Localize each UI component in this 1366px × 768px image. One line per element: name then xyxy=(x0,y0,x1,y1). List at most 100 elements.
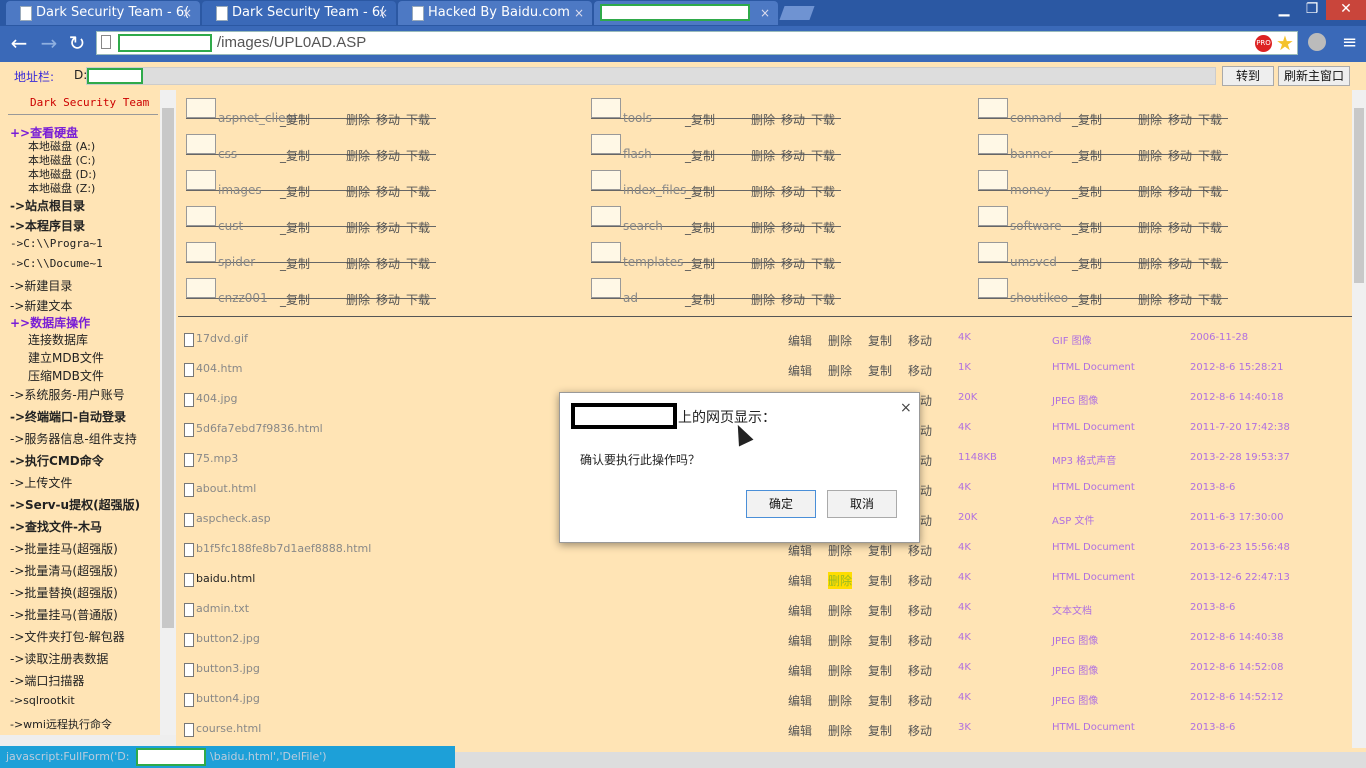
back-icon[interactable]: ← xyxy=(6,30,32,56)
folder-name[interactable]: software xyxy=(1010,219,1062,233)
folder-copy-link[interactable]: _复制 xyxy=(685,219,715,236)
folder-copy-link[interactable]: _复制 xyxy=(280,219,310,236)
folder-name[interactable]: cnzz001 xyxy=(218,291,268,305)
folder-move-link[interactable]: 移动 xyxy=(376,291,400,308)
bookmark-star-icon[interactable]: ★ xyxy=(1276,31,1294,55)
folder-download-link[interactable]: 下载 xyxy=(1198,183,1222,200)
ok-button[interactable]: 确定 xyxy=(746,490,816,518)
folder-move-link[interactable]: 移动 xyxy=(781,255,805,272)
terminal-port-link[interactable]: ->终端端口-自动登录 xyxy=(10,408,126,425)
folder-delete-link[interactable]: 删除 xyxy=(1138,147,1162,164)
folder-move-link[interactable]: 移动 xyxy=(781,147,805,164)
folder-move-link[interactable]: 移动 xyxy=(376,183,400,200)
folder-icon[interactable] xyxy=(186,206,216,226)
folder-name[interactable]: banner xyxy=(1010,147,1053,161)
folder-delete-link[interactable]: 删除 xyxy=(346,147,370,164)
move-link[interactable]: 移动 xyxy=(908,662,932,679)
folder-icon[interactable] xyxy=(591,242,621,262)
move-link[interactable]: 移动 xyxy=(908,572,932,589)
new-text-link[interactable]: ->新建文本 xyxy=(10,297,72,314)
copy-link[interactable]: 复制 xyxy=(868,632,892,649)
folder-copy-link[interactable]: _复制 xyxy=(685,147,715,164)
site-root-link[interactable]: ->站点根目录 xyxy=(10,197,85,214)
edit-link[interactable]: 编辑 xyxy=(788,332,812,349)
delete-link[interactable]: 删除 xyxy=(828,362,852,379)
tab-hacked-by-baidu[interactable]: Hacked By Baidu.com × xyxy=(398,1,592,25)
folder-move-link[interactable]: 移动 xyxy=(376,111,400,128)
folder-icon[interactable] xyxy=(186,134,216,154)
reload-icon[interactable]: ↻ xyxy=(64,30,90,56)
compress-mdb-link[interactable]: 压缩MDB文件 xyxy=(28,367,104,384)
tab-close-icon[interactable]: × xyxy=(378,1,388,25)
folder-move-link[interactable]: 移动 xyxy=(781,291,805,308)
delete-link[interactable]: 删除 xyxy=(828,632,852,649)
folder-icon[interactable] xyxy=(591,134,621,154)
file-name[interactable]: 404.htm xyxy=(196,362,243,375)
folder-download-link[interactable]: 下载 xyxy=(811,147,835,164)
folder-copy-link[interactable]: _复制 xyxy=(1072,255,1102,272)
folder-copy-link[interactable]: _复制 xyxy=(280,147,310,164)
read-registry-link[interactable]: ->读取注册表数据 xyxy=(10,650,108,667)
upload-file-link[interactable]: ->上传文件 xyxy=(10,474,72,491)
main-scrollbar-thumb[interactable] xyxy=(1354,108,1364,283)
batch-replace-link[interactable]: ->批量替换(超强版) xyxy=(10,584,118,601)
forward-icon[interactable]: → xyxy=(36,30,62,56)
folder-name[interactable]: spider xyxy=(218,255,255,269)
folder-move-link[interactable]: 移动 xyxy=(1168,183,1192,200)
folder-delete-link[interactable]: 删除 xyxy=(1138,291,1162,308)
copy-link[interactable]: 复制 xyxy=(868,602,892,619)
move-link[interactable]: 移动 xyxy=(908,362,932,379)
folder-download-link[interactable]: 下载 xyxy=(1198,291,1222,308)
folder-move-link[interactable]: 移动 xyxy=(1168,255,1192,272)
tab-close-icon[interactable]: × xyxy=(760,1,770,25)
delete-link[interactable]: 删除 xyxy=(828,722,852,739)
disk-z-link[interactable]: 本地磁盘 (Z:) xyxy=(28,180,95,196)
folder-download-link[interactable]: 下载 xyxy=(406,255,430,272)
menu-icon[interactable]: ≡ xyxy=(1342,32,1357,53)
edit-link[interactable]: 编辑 xyxy=(788,602,812,619)
copy-link[interactable]: 复制 xyxy=(868,692,892,709)
servu-link[interactable]: ->Serv-u提权(超强版) xyxy=(10,496,140,513)
copy-link[interactable]: 复制 xyxy=(868,722,892,739)
move-link[interactable]: 移动 xyxy=(908,722,932,739)
file-name[interactable]: 75.mp3 xyxy=(196,452,238,465)
folder-icon[interactable] xyxy=(591,206,621,226)
left-scrollbar-thumb[interactable] xyxy=(162,108,174,628)
folder-copy-link[interactable]: _复制 xyxy=(685,255,715,272)
tab-redacted[interactable]: × xyxy=(594,1,778,25)
tab-dark-security-2[interactable]: Dark Security Team - 6( × xyxy=(202,1,396,25)
file-name[interactable]: about.html xyxy=(196,482,256,495)
folder-name[interactable]: shoutikeo xyxy=(1010,291,1068,305)
folder-copy-link[interactable]: _复制 xyxy=(280,291,310,308)
file-name[interactable]: 5d6fa7ebd7f9836.html xyxy=(196,422,323,435)
folder-copy-link[interactable]: _复制 xyxy=(1072,111,1102,128)
folder-copy-link[interactable]: _复制 xyxy=(1072,219,1102,236)
tab-close-icon[interactable]: × xyxy=(574,1,584,25)
delete-link[interactable]: 删除 xyxy=(828,602,852,619)
go-button[interactable]: 转到 xyxy=(1222,66,1274,86)
folder-pack-link[interactable]: ->文件夹打包-解包器 xyxy=(10,628,125,645)
batch-clean-link[interactable]: ->批量清马(超强版) xyxy=(10,562,118,579)
tab-dark-security-1[interactable]: Dark Security Team - 6( × xyxy=(6,1,200,25)
find-file-link[interactable]: ->查找文件-木马 xyxy=(10,518,102,535)
folder-name[interactable]: index_files xyxy=(623,183,686,197)
window-close-icon[interactable]: ✕ xyxy=(1326,0,1366,20)
folder-delete-link[interactable]: 删除 xyxy=(346,219,370,236)
folder-icon[interactable] xyxy=(978,134,1008,154)
edit-link[interactable]: 编辑 xyxy=(788,662,812,679)
folder-copy-link[interactable]: _复制 xyxy=(685,291,715,308)
edit-link[interactable]: 编辑 xyxy=(788,542,812,559)
folder-delete-link[interactable]: 删除 xyxy=(1138,255,1162,272)
copy-link[interactable]: 复制 xyxy=(868,362,892,379)
folder-icon[interactable] xyxy=(978,170,1008,190)
restore-icon[interactable]: ❐ xyxy=(1298,0,1326,20)
folder-icon[interactable] xyxy=(186,242,216,262)
folder-copy-link[interactable]: _复制 xyxy=(685,183,715,200)
documents-link[interactable]: ->C:\\Docume~1 xyxy=(10,257,103,270)
folder-icon[interactable] xyxy=(978,206,1008,226)
copy-link[interactable]: 复制 xyxy=(868,572,892,589)
folder-move-link[interactable]: 移动 xyxy=(781,219,805,236)
new-tab-button[interactable] xyxy=(779,6,815,20)
folder-move-link[interactable]: 移动 xyxy=(1168,291,1192,308)
file-name[interactable]: course.html xyxy=(196,722,261,735)
